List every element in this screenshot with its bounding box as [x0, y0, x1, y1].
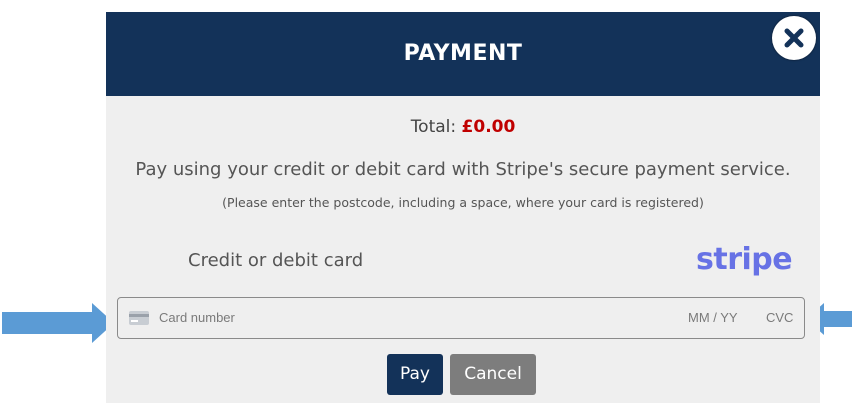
total-amount: £0.00: [461, 117, 516, 137]
postcode-note: (Please enter the postcode, including a …: [222, 195, 704, 210]
credit-card-icon: [129, 311, 149, 325]
modal-title: PAYMENT: [403, 41, 523, 66]
close-icon: [784, 28, 804, 48]
left-arrow-icon: [2, 303, 114, 343]
pay-button[interactable]: Pay: [387, 354, 443, 395]
payment-modal: PAYMENT Total: £0.00 Pay using your cred…: [106, 12, 820, 403]
expiry-input[interactable]: MM / YY: [688, 298, 738, 338]
card-input-field[interactable]: Card number MM / YY CVC: [117, 297, 805, 339]
card-label: Credit or debit card: [188, 250, 364, 271]
cvc-input[interactable]: CVC: [766, 298, 793, 338]
card-number-input[interactable]: Card number: [159, 298, 235, 338]
cancel-button[interactable]: Cancel: [450, 354, 536, 395]
total-line: Total: £0.00: [106, 117, 820, 137]
total-label: Total:: [410, 117, 457, 137]
payment-info: Pay using your credit or debit card with…: [135, 159, 791, 180]
close-button[interactable]: [772, 16, 816, 60]
stripe-logo: stripe: [696, 242, 793, 277]
modal-header: PAYMENT: [106, 12, 820, 96]
